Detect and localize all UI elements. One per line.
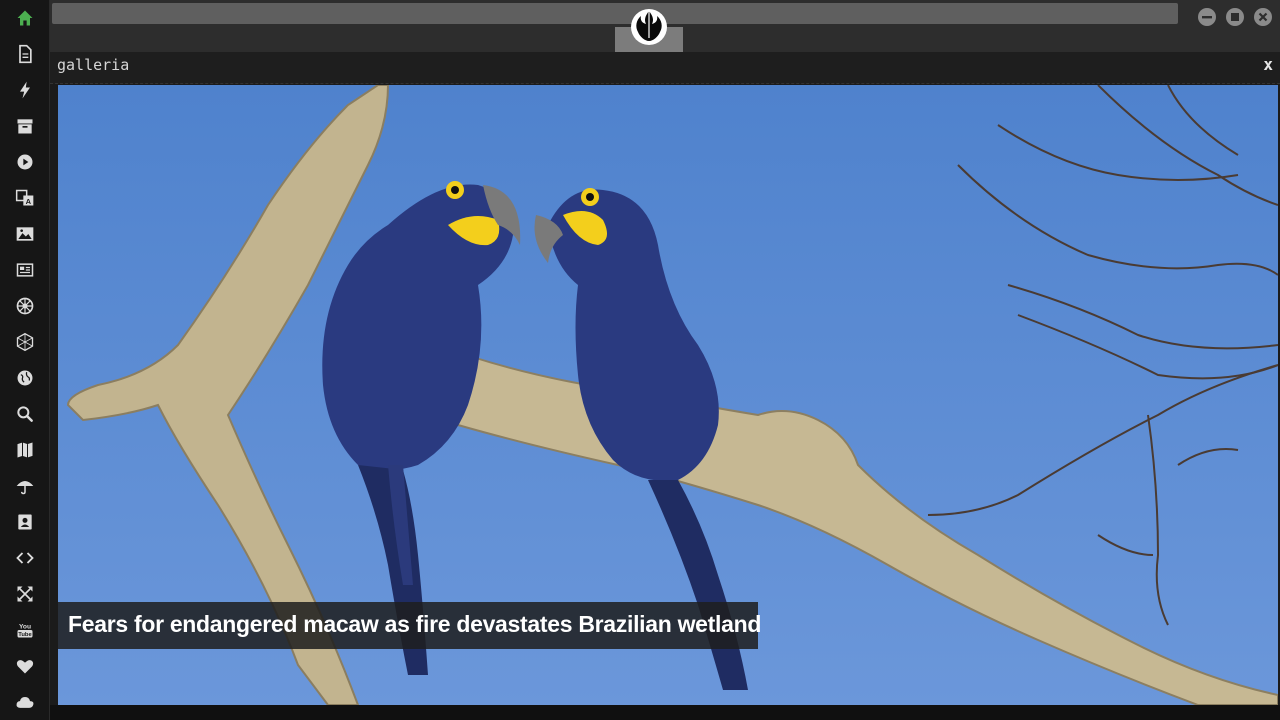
globe-icon[interactable]	[13, 366, 37, 390]
sidebar: A You Tube	[0, 0, 50, 720]
youtube-icon[interactable]: You Tube	[13, 618, 37, 642]
gallery-caption: Fears for endangered macaw as fire devas…	[58, 602, 762, 649]
archive-icon[interactable]	[13, 114, 37, 138]
play-icon[interactable]	[13, 150, 37, 174]
network-icon[interactable]	[13, 330, 37, 354]
panel-title: galleria	[57, 56, 130, 74]
expand-icon[interactable]	[13, 582, 37, 606]
umbrella-icon[interactable]	[13, 474, 37, 498]
rebel-alliance-icon[interactable]	[630, 8, 668, 46]
newspaper-icon[interactable]	[13, 258, 37, 282]
minimize-icon[interactable]	[1198, 8, 1216, 26]
top-bar	[50, 0, 1280, 52]
contacts-icon[interactable]	[13, 510, 37, 534]
cloud-icon[interactable]	[13, 690, 37, 714]
document-icon[interactable]	[13, 42, 37, 66]
maximize-icon[interactable]	[1226, 8, 1244, 26]
translate-icon[interactable]: A	[13, 186, 37, 210]
lightning-icon[interactable]	[13, 78, 37, 102]
heart-icon[interactable]	[13, 654, 37, 678]
bottom-strip	[50, 705, 1280, 720]
panel-close-button[interactable]: x	[1263, 55, 1273, 74]
search-icon[interactable]	[13, 402, 37, 426]
caption-text: Fears for endangered macaw as fire devas…	[68, 611, 762, 637]
svg-text:A: A	[26, 197, 32, 206]
close-icon[interactable]	[1254, 8, 1272, 26]
home-icon[interactable]	[13, 6, 37, 30]
svg-text:You: You	[19, 623, 31, 630]
empire-icon[interactable]	[13, 294, 37, 318]
panel-header: galleria x	[50, 52, 1280, 84]
svg-text:Tube: Tube	[18, 632, 32, 638]
image-icon[interactable]	[13, 222, 37, 246]
address-bar[interactable]	[52, 3, 1178, 24]
map-icon[interactable]	[13, 438, 37, 462]
code-icon[interactable]	[13, 546, 37, 570]
